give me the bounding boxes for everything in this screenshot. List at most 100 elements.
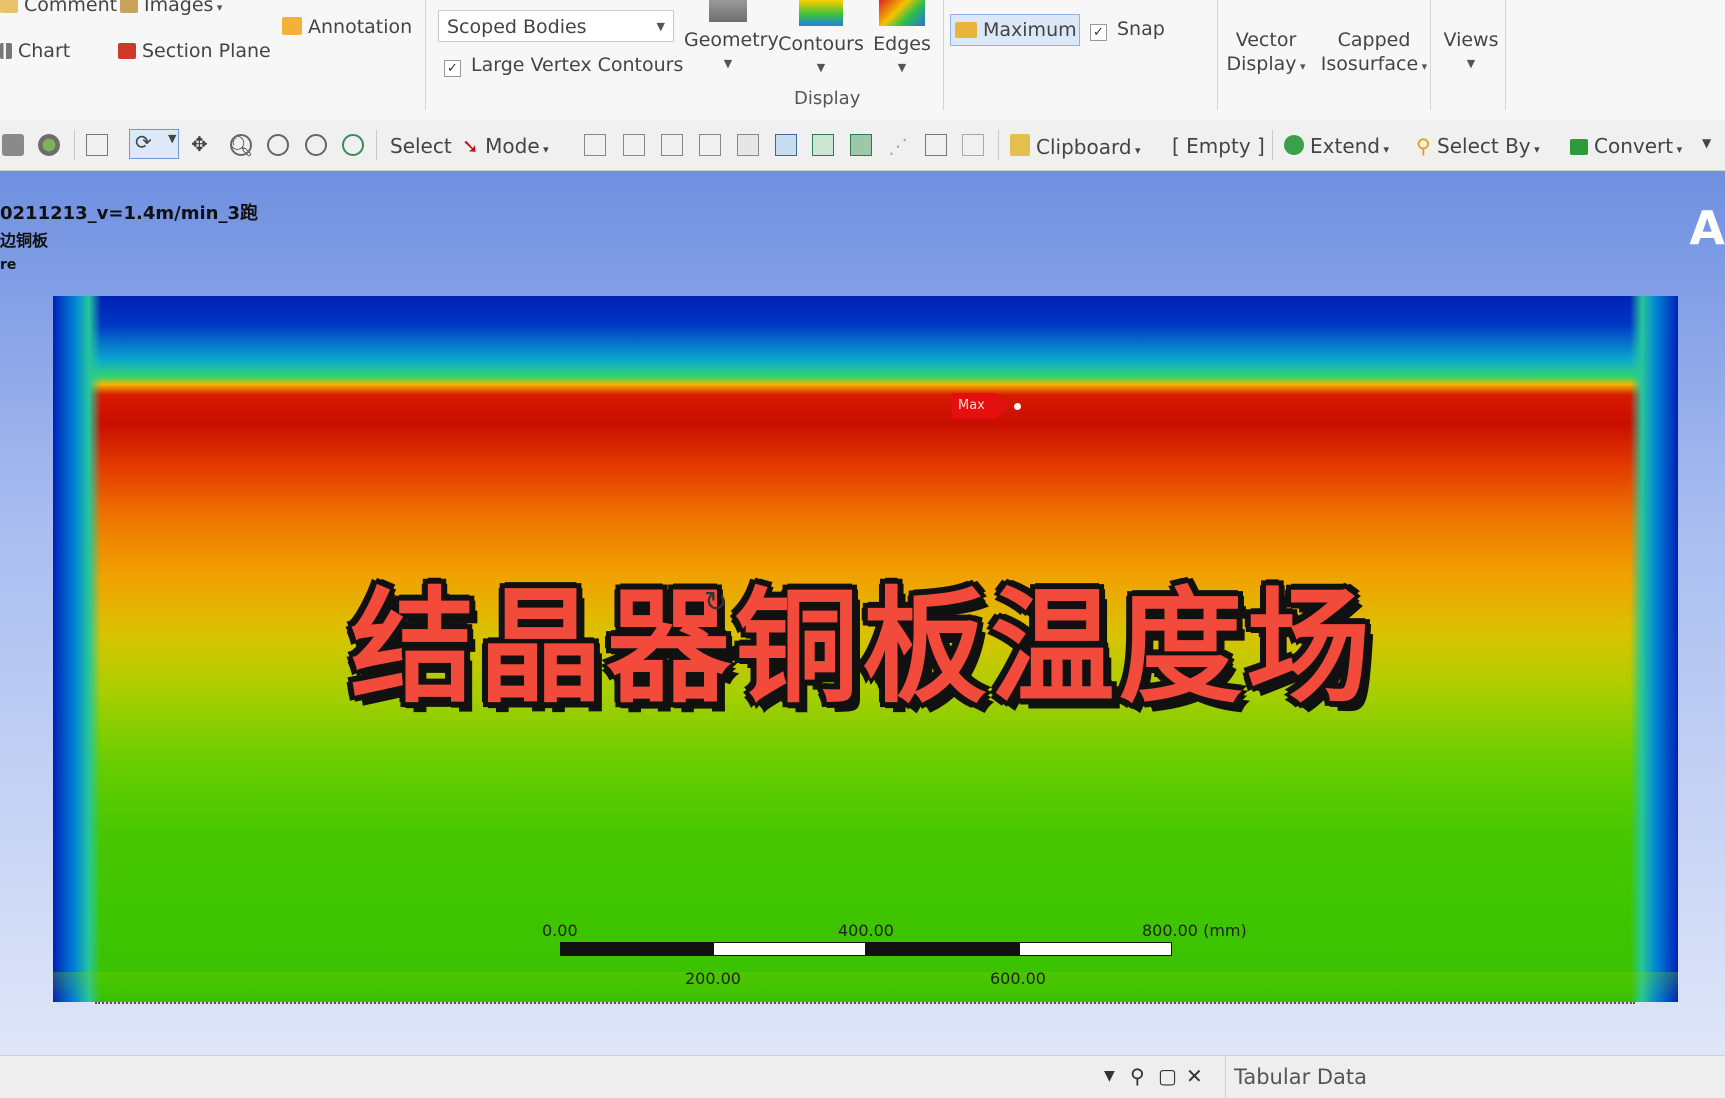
chevron-down-icon: ▼: [656, 20, 665, 33]
convert-icon: [1570, 139, 1588, 155]
maximum-icon: [955, 22, 977, 38]
cursor-icon: ➘: [462, 134, 479, 158]
chart-button[interactable]: Chart: [0, 40, 70, 62]
scale-ruler: 0.00 400.00 800.00 (mm) 200.00 600.00: [542, 921, 1247, 1001]
extend-button[interactable]: Extend ▾: [1284, 134, 1389, 158]
mode-button[interactable]: ➘ Mode ▾: [462, 134, 549, 158]
select-element-icon[interactable]: [850, 134, 872, 156]
bottom-panel-bar: ▼ ⚲ ▢ ✕ Tabular Data: [0, 1055, 1725, 1098]
plot-baseline: [95, 1002, 1635, 1004]
result-body-name: 边铜板: [0, 231, 49, 250]
select-edge-icon[interactable]: [661, 134, 683, 156]
rotate-icon: ⟳: [135, 130, 152, 154]
scale-segment: [560, 942, 713, 956]
vector-display-button[interactable]: Vector Display ▾: [1222, 28, 1310, 79]
ansys-logo: A: [1689, 201, 1725, 255]
annotation-button[interactable]: Annotation: [282, 16, 412, 38]
ribbon: Comment Images ▾ Chart Section Plane Ann…: [0, 0, 1725, 121]
zoom-to-fit-icon[interactable]: [305, 134, 327, 156]
geometry-icon: [709, 0, 747, 22]
chevron-down-icon[interactable]: ▼: [1104, 1068, 1115, 1084]
toolbar-separator: [1272, 130, 1273, 160]
pin-icon[interactable]: ⚲: [1130, 1064, 1145, 1088]
ribbon-separator: [425, 0, 426, 110]
clipboard-button[interactable]: Clipboard ▾: [1010, 134, 1141, 159]
chevron-down-icon: ▾: [1131, 144, 1141, 157]
result-type: re: [0, 257, 17, 273]
capped-isosurface-button[interactable]: Capped Isosurface ▾: [1316, 28, 1432, 79]
pin-icon: ⚲: [1416, 134, 1431, 158]
select-face-icon[interactable]: [623, 134, 645, 156]
clipboard-icon: [1010, 134, 1030, 156]
display-group-label: Display: [794, 88, 861, 109]
images-button[interactable]: Images ▾: [120, 0, 222, 16]
toolbar-separator: [376, 130, 377, 160]
max-probe-label[interactable]: Max: [952, 393, 1009, 419]
image-icon: [120, 0, 138, 13]
chevron-down-icon: ▾: [1530, 143, 1540, 156]
scale-label: 800.00 (mm): [1142, 921, 1247, 940]
snap-toggle[interactable]: ✓ Snap: [1090, 18, 1165, 41]
chevron-down-icon: ▾: [1418, 60, 1428, 73]
select-by-button[interactable]: ⚲ Select By ▾: [1416, 134, 1540, 158]
tab-tabular-data[interactable]: Tabular Data: [1225, 1056, 1367, 1098]
chevron-down-icon: ▾: [1380, 143, 1390, 156]
result-title: 0211213_v=1.4m/min_3跑: [0, 203, 258, 224]
scale-label: 600.00: [990, 969, 1046, 988]
select-vertex-icon[interactable]: [699, 134, 721, 156]
comment-icon: [0, 0, 18, 13]
wireframe-icon[interactable]: [38, 134, 60, 156]
zoom-in-icon[interactable]: [230, 134, 252, 156]
section-plane-icon: [118, 43, 136, 59]
scale-segment: [866, 942, 1019, 956]
rotate-cursor-icon: ↻: [704, 585, 728, 618]
select-button[interactable]: Select: [390, 134, 452, 158]
comment-button[interactable]: Comment: [0, 0, 117, 16]
max-probe-point: [1014, 403, 1021, 410]
extend-icon: [1284, 135, 1304, 155]
select-point-icon[interactable]: [584, 134, 606, 156]
large-vertex-contours-toggle[interactable]: ✓ Large Vertex Contours: [444, 54, 683, 77]
chevron-down-icon: ▾: [213, 1, 223, 14]
select-body-icon[interactable]: [737, 134, 759, 156]
toolbar-overflow-icon[interactable]: ▼: [1702, 136, 1711, 150]
magnifier-icon[interactable]: [342, 134, 364, 156]
close-icon[interactable]: ✕: [1186, 1064, 1203, 1088]
chevron-down-icon: ▾: [1296, 60, 1306, 73]
pan-icon[interactable]: ✥: [191, 132, 208, 156]
edges-icon: [879, 0, 925, 26]
edges-button[interactable]: Edges ▼: [872, 0, 932, 80]
section-plane-button[interactable]: Section Plane: [118, 40, 271, 62]
label-icon[interactable]: [962, 134, 984, 156]
maximum-button[interactable]: Maximum: [950, 14, 1080, 46]
display-mode-icon[interactable]: [2, 134, 24, 156]
box-zoom-icon[interactable]: [86, 134, 108, 156]
chevron-down-icon: ▾: [539, 143, 549, 156]
checkbox-checked-icon: ✓: [1090, 24, 1107, 41]
graphics-viewport[interactable]: 0211213_v=1.4m/min_3跑 边铜板 re A Max 0.00 …: [0, 171, 1725, 1055]
select-node-icon[interactable]: [775, 134, 797, 156]
convert-button[interactable]: Convert ▾: [1570, 134, 1682, 158]
ribbon-separator: [1217, 0, 1218, 110]
chevron-down-icon: ▼: [816, 61, 826, 74]
ribbon-separator: [1430, 0, 1431, 110]
select-element-face-icon[interactable]: [812, 134, 834, 156]
geometry-button[interactable]: Geometry ▼: [684, 0, 779, 76]
coordinate-icon[interactable]: ⋰: [888, 134, 908, 158]
checkbox-checked-icon: ✓: [444, 60, 461, 77]
scale-segment: [713, 942, 866, 956]
name-selection-icon[interactable]: [925, 134, 947, 156]
ribbon-separator: [943, 0, 944, 110]
chart-icon: [0, 43, 12, 59]
maximize-icon[interactable]: ▢: [1158, 1064, 1177, 1088]
views-button[interactable]: Views ▼: [1440, 28, 1502, 76]
chevron-down-icon: ▼: [168, 132, 177, 145]
clipboard-status: [ Empty ]: [1172, 134, 1265, 158]
scale-label: 0.00: [542, 921, 578, 940]
contours-button[interactable]: Contours ▼: [778, 0, 864, 80]
scope-select[interactable]: Scoped Bodies ▼: [438, 10, 674, 42]
chevron-down-icon: ▼: [1466, 57, 1476, 70]
contours-icon: [799, 0, 843, 26]
scale-label: 400.00: [838, 921, 894, 940]
zoom-box-icon[interactable]: [267, 134, 289, 156]
